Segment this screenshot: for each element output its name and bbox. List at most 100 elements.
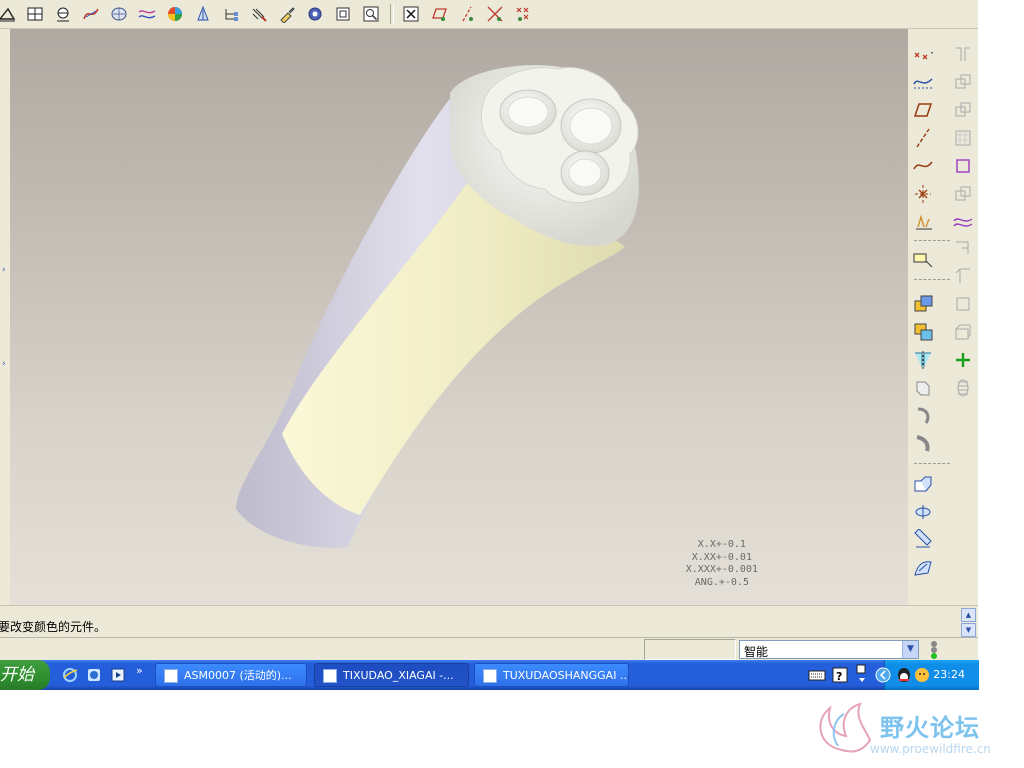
ie2-icon[interactable] xyxy=(86,667,102,683)
selection-filter-select[interactable]: 智能 ▼ xyxy=(739,640,919,659)
datum-curve-icon[interactable] xyxy=(910,153,936,179)
sketch-purple-icon[interactable] xyxy=(950,153,976,179)
watermark-title: 野火论坛 xyxy=(880,714,980,742)
expand-arrow-icon[interactable]: › xyxy=(2,359,10,369)
shade-icon[interactable] xyxy=(164,3,186,25)
tolerance-line: X.XX+-0.01 xyxy=(691,551,752,563)
svg-text:?: ? xyxy=(836,670,842,683)
scroll-down-icon[interactable]: ▼ xyxy=(961,623,976,637)
watermark-url: www.proewildfire.cn xyxy=(870,742,991,756)
draft-check-icon[interactable] xyxy=(192,3,214,25)
copy-icon[interactable] xyxy=(910,291,936,317)
feature-icon[interactable] xyxy=(276,3,298,25)
surface-purple-icon[interactable] xyxy=(950,209,976,235)
graphics-viewport[interactable]: X.X+-0.1 X.XX+-0.01 X.XXX+-0.001 ANG.+-0… xyxy=(10,29,908,605)
system-tray: 23:24 xyxy=(875,660,979,690)
mirror-gray-icon[interactable] xyxy=(950,41,976,67)
datum-axis-icon[interactable] xyxy=(910,125,936,151)
close-x-icon[interactable] xyxy=(400,3,422,25)
tolerance-line: ANG.+-0.5 xyxy=(694,576,749,588)
copy-gray-icon-3[interactable] xyxy=(950,181,976,207)
spring-gray-icon[interactable] xyxy=(950,375,976,401)
copy-gray-icon-2[interactable] xyxy=(950,97,976,123)
point-display-icon[interactable] xyxy=(484,3,506,25)
csys-icon[interactable] xyxy=(910,181,936,207)
round-icon[interactable] xyxy=(910,471,936,497)
watermark-logo-icon xyxy=(812,700,876,763)
box-gray-icon[interactable] xyxy=(950,319,976,345)
trim-icon[interactable] xyxy=(910,555,936,581)
add-green-icon[interactable] xyxy=(950,347,976,373)
task-label: TUXUDAOSHANGGAI ... xyxy=(503,669,629,682)
task-button[interactable]: TUXUDAOSHANGGAI ... xyxy=(474,663,629,687)
task-label: ASM0007 (活动的)... xyxy=(184,669,292,682)
measure-icon[interactable] xyxy=(52,3,74,25)
window-icon[interactable] xyxy=(332,3,354,25)
plane-display-icon[interactable] xyxy=(428,3,450,25)
revolve-icon[interactable] xyxy=(910,403,936,429)
copy-gray-icon[interactable] xyxy=(950,69,976,95)
chevron-expand[interactable]: » xyxy=(136,664,143,677)
dimension-gray-icon[interactable] xyxy=(950,235,976,261)
qq-icon[interactable] xyxy=(895,666,913,687)
help-icon[interactable]: ? xyxy=(832,667,848,686)
start-button[interactable]: 开始 xyxy=(0,660,50,690)
status-bar: 智能 ▼ xyxy=(0,637,978,661)
scroll-up-icon[interactable]: ▲ xyxy=(961,608,976,622)
right-toolbar xyxy=(908,29,978,605)
grid-icon[interactable] xyxy=(24,3,46,25)
pattern-gray-icon[interactable] xyxy=(950,125,976,151)
messenger-icon[interactable] xyxy=(913,666,931,687)
axis-display-icon[interactable] xyxy=(456,3,478,25)
chamfer-gray-icon[interactable] xyxy=(950,263,976,289)
model-tree-icon[interactable] xyxy=(220,3,242,25)
media-icon[interactable] xyxy=(110,667,126,683)
task-button[interactable]: TIXUDAO_XIAGAI -... xyxy=(314,663,469,687)
paste-icon[interactable] xyxy=(910,319,936,345)
csys-display-icon[interactable] xyxy=(512,3,534,25)
message-text: 要改变颜色的元件。 xyxy=(0,620,107,634)
sketch-curve-icon[interactable] xyxy=(910,69,936,95)
datum-plane-icon[interactable] xyxy=(0,3,18,25)
toolbar-separator xyxy=(914,463,950,464)
status-panel xyxy=(644,639,736,660)
sweep-icon[interactable] xyxy=(910,431,936,457)
analysis-icon[interactable] xyxy=(910,209,936,235)
toolbar-separator xyxy=(914,240,950,241)
curve-analysis-icon[interactable] xyxy=(80,3,102,25)
top-toolbar xyxy=(0,0,978,29)
datum-point-icon[interactable] xyxy=(910,41,936,67)
settings-gear-icon[interactable] xyxy=(304,3,326,25)
task-label: TIXUDAO_XIAGAI -... xyxy=(343,669,454,682)
mirror-icon[interactable] xyxy=(910,347,936,373)
window-icon xyxy=(323,669,337,683)
surface-analysis-icon[interactable] xyxy=(108,3,130,25)
ie-icon[interactable] xyxy=(62,667,78,683)
toolbar-separator xyxy=(914,279,950,280)
keyboard-icon[interactable] xyxy=(808,667,826,686)
extrude-icon[interactable] xyxy=(910,375,936,401)
ime-icon[interactable] xyxy=(856,664,868,689)
toolbar-separator xyxy=(390,4,394,24)
tolerance-table: X.X+-0.1 X.XX+-0.01 X.XXX+-0.001 ANG.+-0… xyxy=(686,539,758,589)
tolerance-line: X.X+-0.1 xyxy=(697,539,746,550)
shell-gray-icon[interactable] xyxy=(950,291,976,317)
window-icon xyxy=(483,669,497,683)
draft-icon[interactable] xyxy=(910,499,936,525)
annotation-icon[interactable] xyxy=(910,247,936,273)
reference-icon[interactable] xyxy=(248,3,270,25)
filter-value: 智能 xyxy=(744,645,769,659)
curvature-icon[interactable] xyxy=(136,3,158,25)
chevron-left-icon[interactable] xyxy=(875,667,891,686)
taskbar: 开始 » ASM0007 (活动的)... TIXUDAO_XIAGAI -..… xyxy=(0,660,979,690)
offset-icon[interactable] xyxy=(910,527,936,553)
message-area: 要改变颜色的元件。 ▲ ▼ xyxy=(0,605,978,638)
part-model[interactable] xyxy=(10,29,908,605)
task-button[interactable]: ASM0007 (活动的)... xyxy=(155,663,307,687)
window-icon xyxy=(164,669,178,683)
datum-plane-icon[interactable] xyxy=(910,97,936,123)
chevron-down-icon[interactable]: ▼ xyxy=(902,641,918,658)
zoom-icon[interactable] xyxy=(360,3,382,25)
expand-arrow-icon[interactable]: › xyxy=(2,265,10,275)
tolerance-line: X.XXX+-0.001 xyxy=(685,564,758,575)
